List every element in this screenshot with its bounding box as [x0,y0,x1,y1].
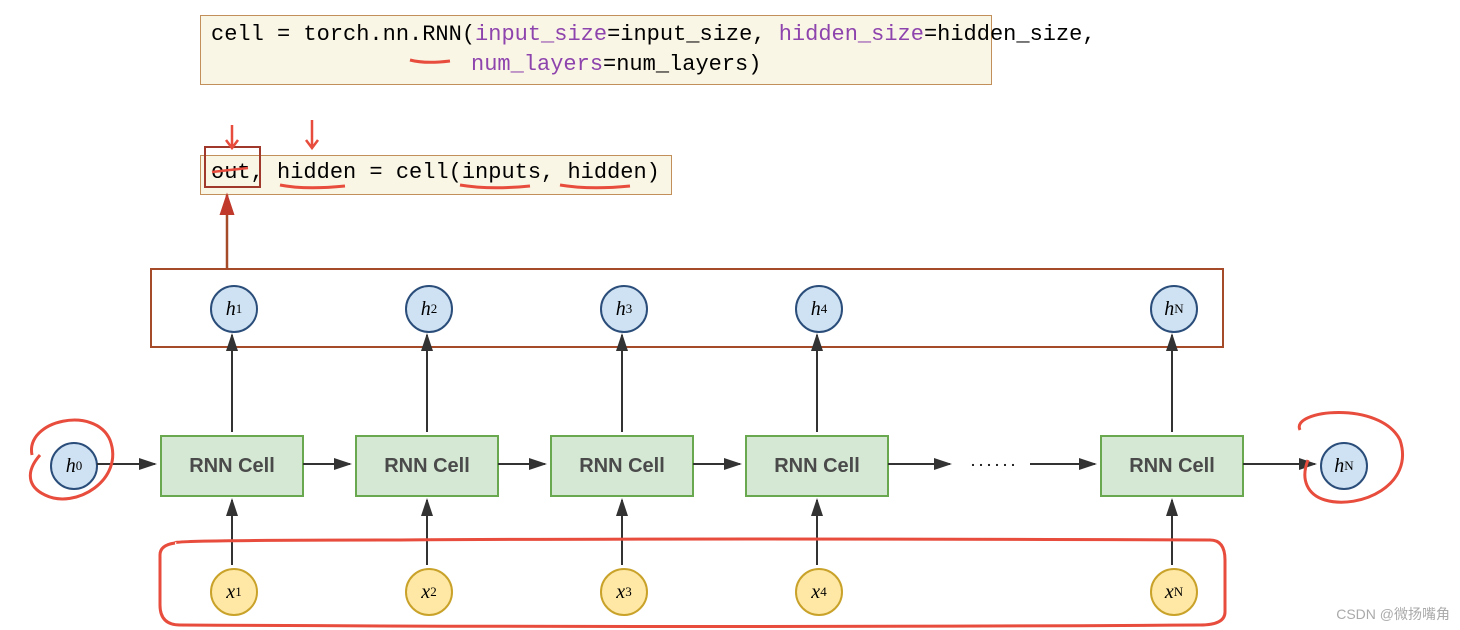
code-call-text: out, hidden = cell(inputs, hidden) [211,160,660,185]
code-box-rnn-call: out, hidden = cell(inputs, hidden) [200,155,672,195]
watermark: CSDN @微扬嘴角 [1336,604,1450,624]
output-rect [150,268,1224,348]
h-var-2: h [421,298,431,321]
x-var-1: x [226,581,235,604]
x-var-3: x [616,581,625,604]
h-var-3: h [616,298,626,321]
x-node-4: x4 [795,568,843,616]
h-node-3: h3 [600,285,648,333]
h-sub-0: 0 [76,458,83,474]
h-sub-N-right: N [1344,458,1353,474]
rnn-cell-1: RNN Cell [160,435,304,497]
x-node-3: x3 [600,568,648,616]
h-sub-2: 2 [431,301,438,317]
x-node-N: xN [1150,568,1198,616]
x-sub-N: N [1174,584,1183,600]
h-node-4: h4 [795,285,843,333]
code-arg-input-size: input_size [475,22,607,47]
h-var-4: h [811,298,821,321]
h-sub-4: 4 [821,301,828,317]
x-var-2: x [421,581,430,604]
rnn-cell-3: RNN Cell [550,435,694,497]
code-arg-num-layers: num_layers [471,52,603,77]
h-sub-3: 3 [626,301,633,317]
x-node-2: x2 [405,568,453,616]
x-sub-2: 2 [430,584,437,600]
x-sub-4: 4 [820,584,827,600]
h-sub-1: 1 [236,301,243,317]
code-eq-1: =input_size, [607,22,779,47]
h-node-0: h0 [50,442,98,490]
h-var-0: h [66,455,76,478]
x-sub-3: 3 [625,584,632,600]
rnn-cell-2: RNN Cell [355,435,499,497]
h-node-2: h2 [405,285,453,333]
code-box-rnn-constructor: cell = torch.nn.RNN(input_size=input_siz… [200,15,992,85]
dots: ······ [970,455,1018,476]
x-node-1: x1 [210,568,258,616]
code-arg-hidden-size: hidden_size [779,22,924,47]
x-var-N: x [1165,581,1174,604]
h-node-1: h1 [210,285,258,333]
code-eq-2: =hidden_size, [924,22,1096,47]
h-var-N-top: h [1164,298,1174,321]
h-sub-N-top: N [1174,301,1183,317]
h-var-1: h [226,298,236,321]
rnn-cell-5: RNN Cell [1100,435,1244,497]
h-node-N-right: hN [1320,442,1368,490]
rnn-cell-4: RNN Cell [745,435,889,497]
x-sub-1: 1 [235,584,242,600]
code-eq-3: =num_layers) [603,52,761,77]
x-var-4: x [811,581,820,604]
h-node-N-top: hN [1150,285,1198,333]
code-prefix: cell = torch.nn.RNN( [211,22,475,47]
h-var-N-right: h [1334,455,1344,478]
